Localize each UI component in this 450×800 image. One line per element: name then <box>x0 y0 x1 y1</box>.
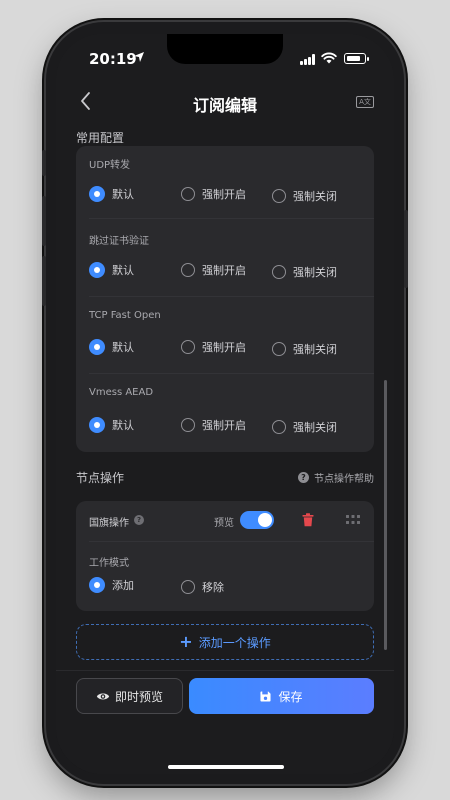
radio-vmess-force-off[interactable]: 强制关闭 <box>272 416 337 438</box>
location-arrow-icon <box>134 52 144 62</box>
group-label-tcp-fast-open: TCP Fast Open <box>89 310 161 321</box>
work-mode-label: 工作模式 <box>89 558 129 569</box>
operation-name: 国旗操作 <box>89 518 129 529</box>
scrollbar[interactable] <box>384 380 387 650</box>
divider <box>89 296 374 297</box>
radio-tfo-force-on[interactable]: 强制开启 <box>181 336 246 358</box>
divider <box>89 373 374 374</box>
side-button-right <box>404 210 408 288</box>
divider <box>89 541 374 542</box>
home-indicator <box>168 765 284 769</box>
radio-skip-cert-default[interactable]: 默认 <box>89 259 134 281</box>
side-button-left-3 <box>42 256 46 306</box>
operation-info-icon[interactable]: ? <box>134 515 144 525</box>
node-operation-card: 国旗操作 ? 预览 工作模式 添加 移除 <box>76 501 374 611</box>
radio-tfo-default[interactable]: 默认 <box>89 336 134 358</box>
common-config-card: UDP转发 默认 强制开启 强制关闭 跳过证书验证 默认 强制开启 强制关闭 T… <box>76 146 374 452</box>
trash-icon[interactable] <box>302 513 314 527</box>
group-label-vmess-aead: Vmess AEAD <box>89 387 154 398</box>
screen: 20:19 订阅编辑 A文 常用配置 UDP转发 默认 强制开启 强制关闭 跳过… <box>56 34 394 774</box>
nav-bar: 订阅编辑 A文 <box>56 80 394 124</box>
help-label: 节点操作帮助 <box>314 474 374 485</box>
status-bar: 20:19 <box>56 34 394 80</box>
radio-group-tcp-fast-open: 默认 强制开启 强制关闭 <box>89 336 361 358</box>
save-label: 保存 <box>278 689 303 704</box>
status-time: 20:19 <box>89 50 137 68</box>
cellular-signal-icon <box>300 54 316 65</box>
instant-preview-label: 即时预览 <box>114 689 163 704</box>
radio-skip-cert-force-on[interactable]: 强制开启 <box>181 259 246 281</box>
translate-icon[interactable]: A文 <box>356 96 374 108</box>
radio-group-skip-cert: 默认 强制开启 强制关闭 <box>89 259 361 281</box>
page-title: 订阅编辑 <box>192 96 257 115</box>
preview-label: 预览 <box>214 518 234 529</box>
group-label-skip-cert: 跳过证书验证 <box>89 236 149 247</box>
bottom-action-bar: 即时预览 保存 <box>56 670 394 774</box>
node-ops-help-link[interactable]: ? 节点操作帮助 <box>298 470 374 485</box>
add-operation-label: 添加一个操作 <box>198 635 271 650</box>
radio-mode-remove[interactable]: 移除 <box>181 576 224 598</box>
radio-udp-force-on[interactable]: 强制开启 <box>181 183 246 205</box>
instant-preview-button[interactable]: 即时预览 <box>76 678 183 714</box>
radio-group-work-mode: 添加 移除 <box>89 574 361 596</box>
floppy-disk-icon <box>260 690 272 702</box>
save-button[interactable]: 保存 <box>189 678 374 714</box>
plus-icon: + <box>179 632 193 651</box>
radio-udp-force-off[interactable]: 强制关闭 <box>272 185 337 207</box>
radio-skip-cert-force-off[interactable]: 强制关闭 <box>272 261 337 283</box>
wifi-icon <box>321 52 337 64</box>
radio-vmess-default[interactable]: 默认 <box>89 414 134 436</box>
side-button-left-2 <box>42 196 46 246</box>
group-label-udp: UDP转发 <box>89 160 131 171</box>
radio-udp-default[interactable]: 默认 <box>89 183 134 205</box>
side-button-left-1 <box>42 150 46 176</box>
add-operation-button[interactable]: + 添加一个操作 <box>76 624 374 660</box>
radio-tfo-force-off[interactable]: 强制关闭 <box>272 338 337 360</box>
help-icon: ? <box>298 472 309 483</box>
radio-group-udp: 默认 强制开启 强制关闭 <box>89 183 361 205</box>
eye-icon <box>96 693 110 699</box>
radio-vmess-force-on[interactable]: 强制开启 <box>181 414 246 436</box>
preview-toggle[interactable] <box>240 511 274 529</box>
radio-mode-add[interactable]: 添加 <box>89 574 134 596</box>
section-heading-node-ops: 节点操作 <box>76 471 125 485</box>
battery-icon <box>344 53 369 64</box>
section-heading-common-config: 常用配置 <box>76 131 125 145</box>
drag-handle-icon[interactable] <box>346 515 360 525</box>
divider <box>89 218 374 219</box>
radio-group-vmess-aead: 默认 强制开启 强制关闭 <box>89 414 361 436</box>
